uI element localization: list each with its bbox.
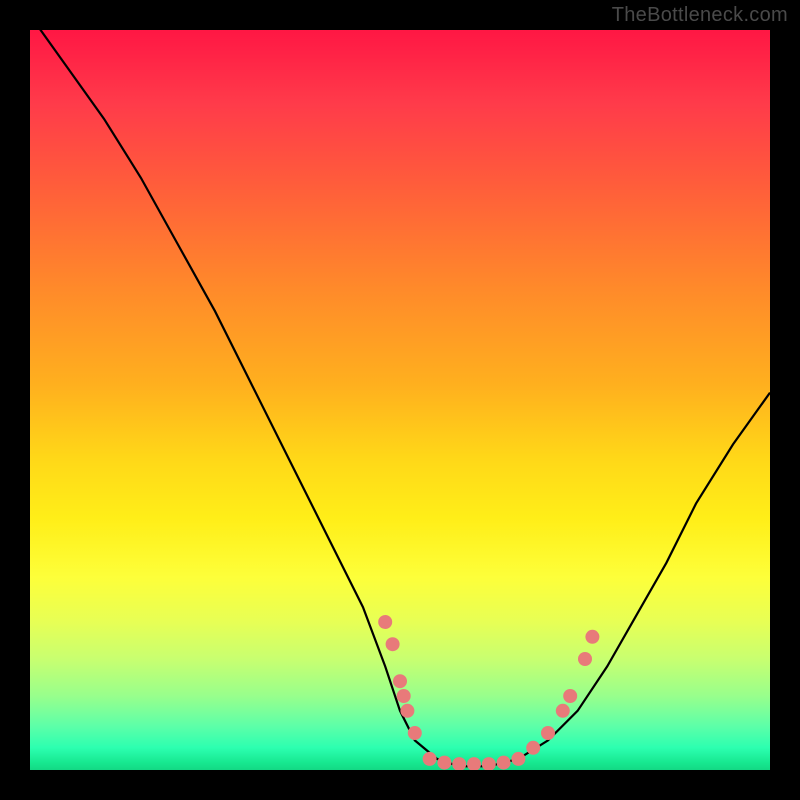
data-marker <box>397 689 411 703</box>
data-marker <box>511 752 525 766</box>
data-marker <box>482 757 496 770</box>
data-marker <box>467 757 481 770</box>
data-marker <box>556 704 570 718</box>
data-marker <box>437 756 451 770</box>
data-marker <box>541 726 555 740</box>
data-marker <box>423 752 437 766</box>
data-marker <box>452 757 466 770</box>
watermark-text: TheBottleneck.com <box>612 4 788 27</box>
data-marker <box>400 704 414 718</box>
data-marker <box>393 674 407 688</box>
data-markers <box>378 615 599 770</box>
bottleneck-curve <box>30 30 770 766</box>
data-marker <box>497 756 511 770</box>
chart-curve-overlay <box>30 30 770 770</box>
data-marker <box>578 652 592 666</box>
data-marker <box>526 741 540 755</box>
data-marker <box>408 726 422 740</box>
data-marker <box>585 630 599 644</box>
data-marker <box>563 689 577 703</box>
data-marker <box>378 615 392 629</box>
data-marker <box>386 637 400 651</box>
